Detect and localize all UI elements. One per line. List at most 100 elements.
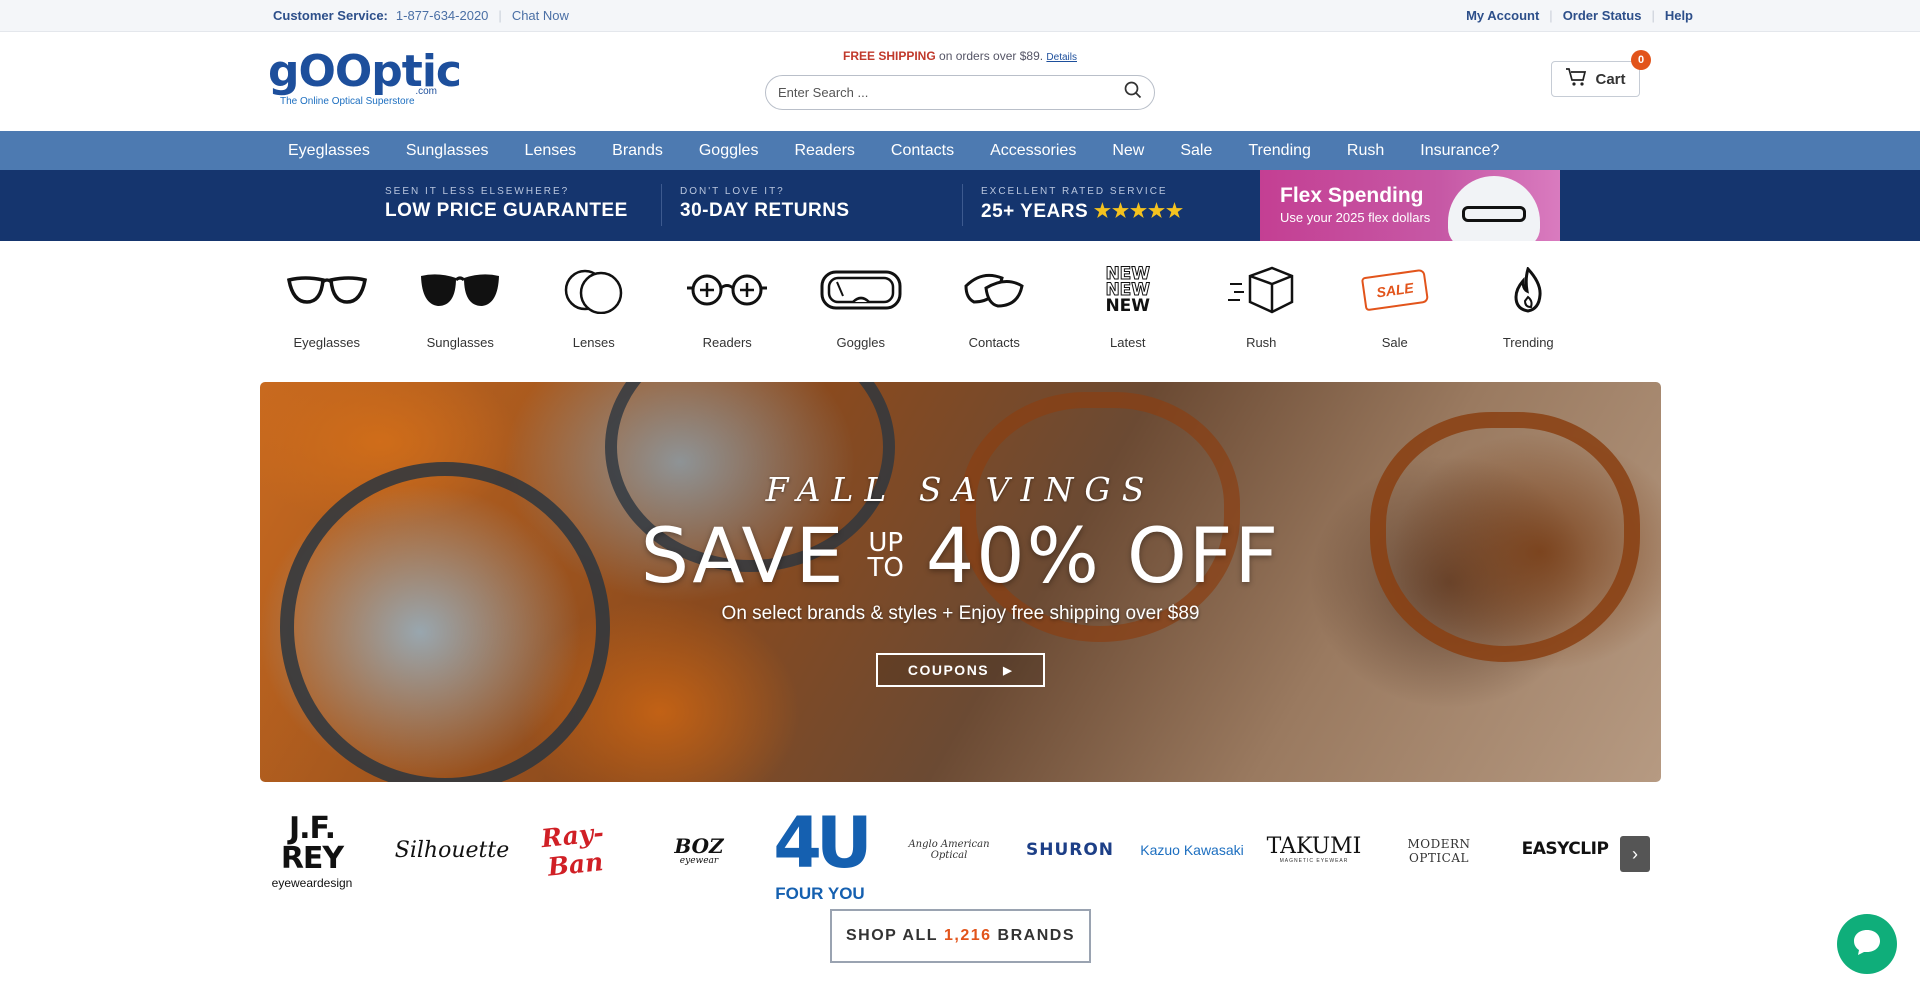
nav-eyeglasses[interactable]: Eyeglasses — [270, 142, 388, 160]
brand-carousel: J.F. REY eyeweardesign Silhouette Ray-Ba… — [262, 796, 1660, 903]
category-sunglasses[interactable]: Sunglasses — [394, 259, 528, 350]
nav-readers[interactable]: Readers — [776, 142, 872, 160]
hero-copy: FALL SAVINGS SAVE UP TO 40% OFF On selec… — [260, 470, 1661, 687]
brand-jf-rey[interactable]: J.F. REY eyeweardesign — [262, 802, 362, 902]
brand-anglo-american[interactable]: Anglo American Optical — [894, 838, 1004, 862]
hero-kicker: FALL SAVINGS — [765, 470, 1156, 509]
category-rush[interactable]: Rush — [1195, 259, 1329, 350]
brand-logo-text: FOUR YOU — [775, 884, 865, 903]
nav-insurance[interactable]: Insurance? — [1402, 142, 1517, 160]
chat-now-link[interactable]: Chat Now — [512, 8, 569, 23]
nav-trending[interactable]: Trending — [1230, 142, 1329, 160]
hero-headline: SAVE UP TO 40% OFF — [260, 513, 1661, 599]
search-input[interactable] — [778, 85, 1124, 100]
brand-kazuo-kawasaki[interactable]: Kazuo Kawasaki — [1137, 838, 1247, 862]
rated-service-kicker: EXCELLENT RATED SERVICE — [981, 186, 1168, 197]
returns-policy[interactable]: DON'T LOVE IT? 30-DAY RETURNS — [680, 186, 850, 222]
nav-rush[interactable]: Rush — [1329, 142, 1402, 160]
nav-contacts[interactable]: Contacts — [873, 142, 972, 160]
category-label: Lenses — [572, 335, 615, 350]
price-guarantee[interactable]: SEEN IT LESS ELSEWHERE? LOW PRICE GUARAN… — [385, 186, 628, 222]
hero-upto: UP TO — [867, 530, 904, 583]
category-label: Contacts — [968, 335, 1020, 350]
category-latest[interactable]: NEW NEW NEW Latest — [1061, 259, 1195, 350]
brand-logo-text: eyewear — [679, 856, 719, 866]
brand-silhouette[interactable]: Silhouette — [394, 836, 510, 864]
my-account-link[interactable]: My Account — [1466, 8, 1539, 23]
hero-banner[interactable]: FALL SAVINGS SAVE UP TO 40% OFF On selec… — [260, 382, 1661, 782]
rated-service[interactable]: EXCELLENT RATED SERVICE 25+ YEARS ★★★★★ — [981, 186, 1184, 223]
new-icon-text: NEW — [1105, 296, 1151, 316]
category-eyeglasses[interactable]: Eyeglasses — [260, 259, 394, 350]
years-text: 25+ YEARS — [981, 201, 1089, 222]
cart-count-badge: 0 — [1631, 50, 1651, 70]
cart-button[interactable]: Cart 0 — [1551, 50, 1651, 97]
price-guarantee-kicker: SEEN IT LESS ELSEWHERE? — [385, 186, 570, 197]
category-goggles[interactable]: Goggles — [794, 259, 928, 350]
account-links: My Account | Order Status | Help — [1466, 8, 1693, 23]
lenses-icon — [549, 259, 639, 321]
category-contacts[interactable]: Contacts — [928, 259, 1062, 350]
brand-logo-text: TAKUMI — [1266, 834, 1362, 859]
flex-spending-banner[interactable]: Flex Spending Use your 2025 flex dollars — [1260, 170, 1560, 241]
price-guarantee-title: LOW PRICE GUARANTEE — [385, 200, 628, 221]
logo-tagline: The Online Optical Superstore — [280, 96, 415, 107]
category-label: Latest — [1110, 335, 1146, 350]
category-label: Sale — [1381, 335, 1408, 350]
brand-modern-optical[interactable]: MODERN OPTICAL — [1384, 837, 1494, 865]
brand-shuron[interactable]: SHURON — [1020, 838, 1120, 862]
category-sale[interactable]: SALE Sale — [1328, 259, 1462, 350]
nav-lenses[interactable]: Lenses — [507, 142, 595, 160]
category-label: Rush — [1246, 335, 1277, 350]
hero-to: TO — [867, 553, 904, 583]
eyeglasses-icon — [282, 259, 372, 321]
brand-logo-text: EASYCLIP — [1521, 839, 1609, 859]
customer-service-label: Customer Service: — [273, 8, 388, 23]
hero-save: SAVE — [640, 511, 846, 600]
nav-accessories[interactable]: Accessories — [972, 142, 1094, 160]
category-trending[interactable]: Trending — [1462, 259, 1596, 350]
divider — [962, 184, 963, 226]
hero-subtitle: On select brands & styles + Enjoy free s… — [721, 603, 1200, 624]
brand-ray-ban[interactable]: Ray-Ban — [524, 818, 624, 882]
category-label: Sunglasses — [426, 335, 494, 350]
rated-service-title: 25+ YEARS ★★★★★ — [981, 200, 1184, 223]
carousel-next-button[interactable]: › — [1620, 836, 1650, 872]
nav-sunglasses[interactable]: Sunglasses — [388, 142, 507, 160]
category-shortcuts: Eyeglasses Sunglasses Lenses Readers Gog… — [260, 259, 1595, 350]
brand-easyclip[interactable]: EASYCLIP — [1510, 836, 1620, 862]
returns-title: 30-DAY RETURNS — [680, 200, 850, 221]
chat-bubble-icon — [1851, 926, 1883, 963]
nav-brands[interactable]: Brands — [594, 142, 681, 160]
brand-takumi[interactable]: TAKUMI MAGNETIC EYEWEAR — [1264, 832, 1364, 868]
brand-logo-text: eyeweardesign — [271, 876, 353, 890]
chat-widget-button[interactable] — [1837, 914, 1897, 974]
shop-all-brands-button[interactable]: SHOP ALL 1,216 BRANDS — [830, 909, 1091, 963]
phone-link[interactable]: 1-877-634-2020 — [396, 8, 489, 23]
order-status-link[interactable]: Order Status — [1563, 8, 1642, 23]
category-label: Goggles — [836, 335, 885, 350]
nav-sale[interactable]: Sale — [1162, 142, 1230, 160]
box-icon — [1216, 259, 1306, 321]
promo-strip: SEEN IT LESS ELSEWHERE? LOW PRICE GUARAN… — [0, 170, 1920, 241]
shipping-details-link[interactable]: Details — [1046, 52, 1077, 63]
brand-logo-text: MODERN OPTICAL — [1407, 837, 1471, 865]
contacts-icon — [949, 259, 1039, 321]
help-link[interactable]: Help — [1665, 8, 1693, 23]
brand-boz[interactable]: BOZ eyewear — [654, 834, 744, 868]
coupons-button[interactable]: COUPONS ▶ — [875, 653, 1046, 687]
search-box — [765, 75, 1155, 110]
brand-logo-text: Ray-Ban — [539, 817, 606, 882]
category-readers[interactable]: Readers — [661, 259, 795, 350]
new-icon: NEW NEW NEW — [1083, 259, 1173, 321]
category-lenses[interactable]: Lenses — [527, 259, 661, 350]
search-icon[interactable] — [1124, 81, 1142, 104]
play-arrow-icon: ▶ — [1003, 664, 1014, 677]
nav-goggles[interactable]: Goggles — [681, 142, 777, 160]
brand-logo-text: Silhouette — [394, 837, 510, 863]
nav-new[interactable]: New — [1094, 142, 1162, 160]
brand-four-you[interactable]: 4U FOUR YOU — [770, 796, 870, 908]
shop-all-prefix: SHOP ALL — [845, 927, 938, 944]
goggles-icon — [816, 259, 906, 321]
rating-stars-icon: ★★★★★ — [1093, 201, 1185, 222]
